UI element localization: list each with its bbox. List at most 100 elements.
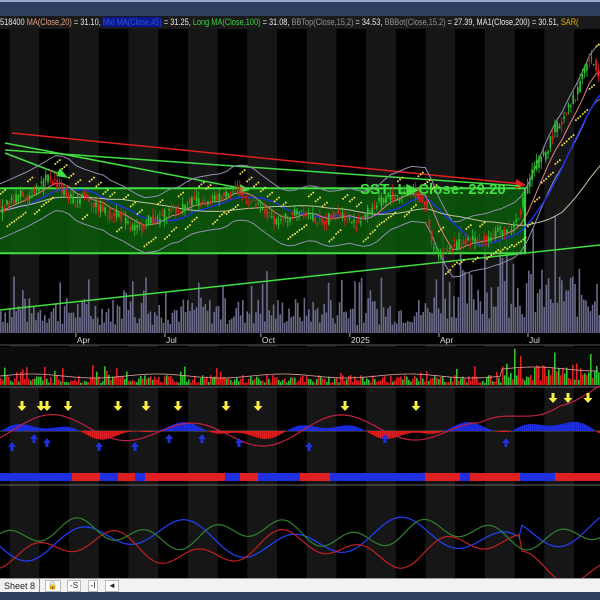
volume-bar — [41, 320, 44, 333]
volume-bar — [384, 376, 386, 385]
histogram-bar — [180, 422, 182, 431]
volume-bar — [563, 301, 565, 333]
histogram-bar — [474, 423, 476, 431]
histogram-bar — [62, 426, 64, 431]
histogram-bar — [92, 431, 94, 438]
candle-body — [449, 247, 451, 250]
candle-body — [245, 201, 248, 204]
volume-bar — [360, 375, 362, 385]
histogram-bar — [272, 431, 274, 438]
legend-bbtop-value: = 34.53, — [353, 17, 385, 27]
volume-bar — [46, 378, 48, 385]
volume-bar — [468, 272, 471, 333]
sar-dot — [513, 245, 516, 248]
volume-bar — [389, 305, 391, 333]
histogram-bar — [352, 425, 354, 431]
candle-body — [104, 207, 106, 214]
volume-bar — [435, 279, 438, 333]
sar-dot — [152, 238, 155, 241]
candle-body — [286, 220, 289, 222]
sar-dot — [499, 250, 502, 253]
candle-body — [517, 218, 520, 220]
sar-dot — [542, 179, 545, 182]
volume-bar — [304, 381, 306, 385]
volume-bar — [80, 382, 82, 385]
sar-dot — [159, 201, 162, 203]
sar-dot — [266, 195, 269, 198]
histogram-bar — [544, 425, 546, 431]
scroll-left-icon[interactable]: ◄ — [104, 580, 119, 592]
volume-bar — [596, 283, 598, 333]
volume-bar — [308, 309, 310, 333]
histogram-bar — [488, 428, 490, 431]
volume-bar — [470, 380, 472, 385]
volume-bar — [296, 382, 298, 385]
volume-bar — [198, 282, 200, 333]
histogram-bar — [172, 424, 174, 431]
candle-body — [510, 229, 513, 231]
histogram-bar — [28, 425, 30, 431]
volume-bar — [171, 312, 174, 333]
sheet-tab[interactable]: Sheet 8 — [0, 579, 41, 593]
candle-body — [108, 208, 111, 220]
candle-body — [236, 184, 239, 195]
volume-bar — [396, 377, 398, 385]
buy-arrow-icon — [235, 438, 243, 447]
sar-dot — [316, 198, 319, 201]
sar-dot — [20, 215, 23, 218]
volume-bar — [48, 318, 50, 333]
histogram-bar — [328, 427, 330, 431]
volume-bar — [356, 379, 358, 385]
sar-dot — [492, 252, 495, 255]
volume-bar — [344, 380, 346, 385]
candle-body — [565, 112, 568, 114]
candle-body — [152, 215, 154, 224]
candle-body — [574, 99, 577, 101]
volume-bar — [240, 378, 242, 385]
histogram-bar — [548, 425, 550, 431]
candle-body — [47, 174, 49, 183]
volume-bar — [286, 382, 288, 385]
volume-bar — [30, 380, 32, 385]
volume-bar — [195, 307, 198, 333]
volume-bar — [378, 380, 380, 385]
sar-dot — [72, 172, 75, 175]
volume-bar — [524, 380, 526, 385]
volume-bar — [72, 380, 74, 385]
candle-body — [353, 219, 355, 222]
volume-bar — [426, 307, 429, 333]
volume-bar — [520, 355, 522, 385]
volume-bar — [319, 322, 321, 333]
sar-dot — [373, 229, 376, 232]
volume-bar — [568, 377, 570, 385]
histogram-bar — [430, 431, 432, 434]
histogram-bar — [78, 430, 80, 431]
sar-dot — [255, 183, 258, 186]
candle-body — [339, 214, 342, 216]
volume-bar — [508, 317, 510, 333]
sar-dot — [401, 176, 404, 179]
volume-bar — [184, 312, 187, 333]
histogram-bar — [558, 424, 560, 431]
sar-dot — [565, 140, 568, 143]
lock-icon[interactable]: 🔒 — [44, 580, 61, 592]
volume-bar — [525, 283, 528, 333]
volume-bar — [422, 311, 424, 333]
volume-bar — [410, 381, 412, 385]
sar-dot — [3, 189, 6, 192]
stock-chart[interactable]: SST_L▶Close: 29.20 Apr Jul Oct 2025 Apr Jul — [0, 29, 600, 578]
volume-bar — [532, 229, 534, 333]
i-button[interactable]: -I — [87, 580, 99, 592]
candle-body — [24, 199, 27, 201]
volume-bar — [591, 304, 594, 333]
histogram-bar — [248, 431, 250, 435]
candle-body — [567, 104, 570, 108]
sar-dot — [481, 223, 484, 226]
x-tick-label: Apr — [440, 335, 453, 345]
month-band — [425, 29, 456, 578]
histogram-bar — [242, 431, 244, 434]
volume-bar — [204, 303, 207, 333]
s-button[interactable]: -S — [67, 580, 82, 592]
volume-bar — [74, 317, 77, 333]
sar-dot — [332, 236, 335, 239]
